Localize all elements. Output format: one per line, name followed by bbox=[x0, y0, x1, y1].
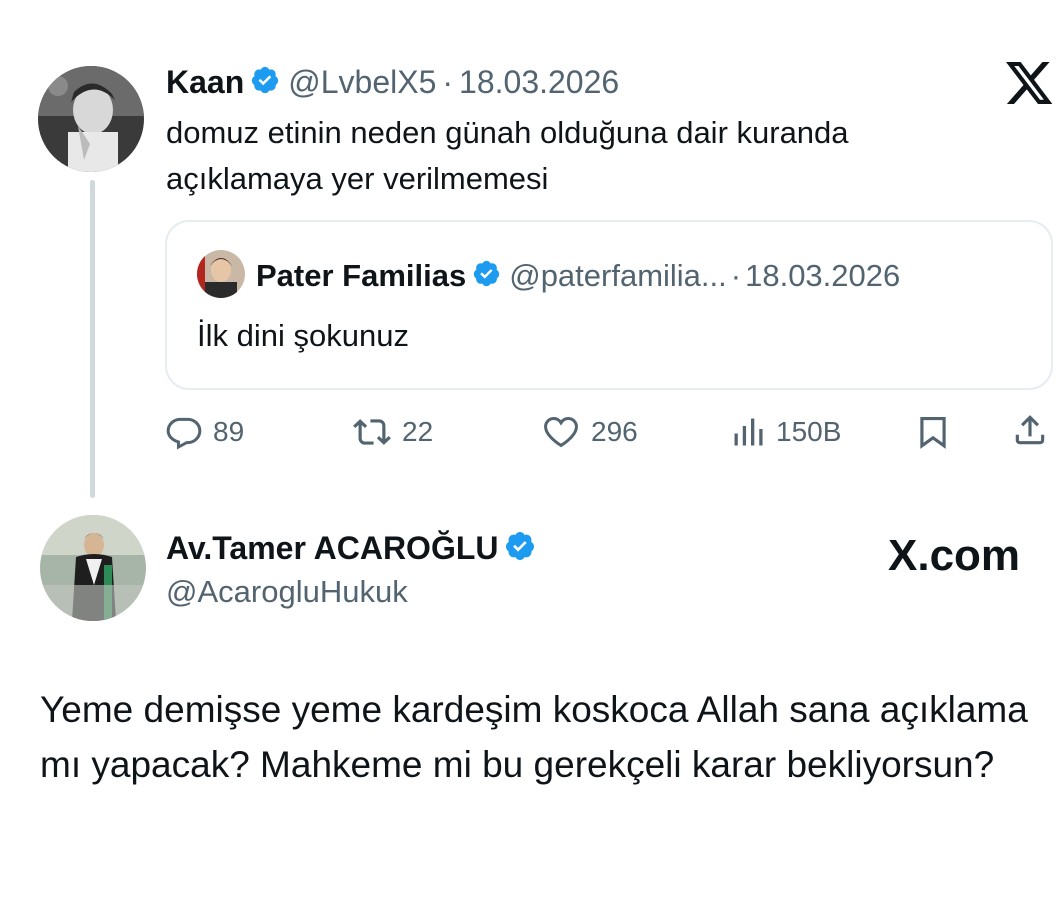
separator-dot: · bbox=[442, 63, 454, 100]
quoted-tweet-date: 18.03.2026 bbox=[745, 258, 901, 293]
heart-icon bbox=[544, 417, 578, 448]
verified-badge-icon bbox=[504, 530, 536, 567]
share-button[interactable] bbox=[1011, 410, 1059, 450]
avatar-kaan[interactable] bbox=[38, 66, 144, 172]
quoted-tweet-header: Pater Familias @paterfamilia... · 18.03.… bbox=[256, 252, 900, 300]
reply-icon bbox=[166, 417, 202, 450]
x-com-watermark: X.com bbox=[888, 530, 1020, 582]
retweet-button[interactable]: 22 bbox=[352, 412, 433, 452]
bookmark-button[interactable] bbox=[914, 412, 962, 452]
reply-count: 89 bbox=[213, 416, 245, 447]
like-count: 296 bbox=[591, 416, 638, 447]
author-name[interactable]: Kaan bbox=[166, 64, 244, 101]
like-button[interactable]: 296 bbox=[541, 412, 638, 452]
reply-author-name[interactable]: Av.Tamer ACAROĞLU bbox=[166, 530, 498, 567]
avatar-acaroglu[interactable] bbox=[40, 515, 146, 621]
analytics-icon bbox=[734, 418, 763, 446]
bookmark-icon bbox=[920, 416, 946, 449]
reply-header: Av.Tamer ACAROĞLU bbox=[166, 524, 544, 572]
separator-dot: · bbox=[730, 258, 742, 293]
reply-text: Yeme demişse yeme kardeşim koskoca Allah… bbox=[40, 689, 1028, 785]
retweet-count: 22 bbox=[402, 416, 434, 447]
tweet-date[interactable]: 18.03.2026 bbox=[459, 64, 619, 101]
verified-badge-icon bbox=[250, 65, 280, 100]
avatar-pater-familias bbox=[197, 250, 245, 298]
views-button[interactable]: 150B bbox=[730, 412, 841, 452]
author-handle[interactable]: @LvbelX5 bbox=[288, 64, 436, 101]
thread-connector-line bbox=[90, 180, 95, 498]
quoted-tweet-card[interactable] bbox=[165, 220, 1053, 390]
retweet-icon bbox=[353, 419, 391, 445]
verified-badge-icon bbox=[472, 259, 501, 293]
reply-author-handle[interactable]: @AcarogluHukuk bbox=[166, 570, 408, 614]
quoted-tweet-text: İlk dini şokunuz bbox=[197, 318, 409, 353]
tweet-header: Kaan @LvbelX5 · 18.03.2026 bbox=[166, 58, 619, 106]
quoted-author-name: Pater Familias bbox=[256, 258, 467, 293]
x-logo-icon bbox=[1006, 62, 1054, 106]
share-icon bbox=[1015, 415, 1045, 445]
quoted-author-handle: @paterfamilia... bbox=[509, 258, 727, 293]
x-com-text: X.com bbox=[888, 531, 1021, 580]
reply-button[interactable]: 89 bbox=[165, 412, 244, 452]
tweet-text: domuz etinin neden günah olduğuna dair k… bbox=[166, 115, 849, 196]
view-count: 150B bbox=[776, 416, 842, 447]
